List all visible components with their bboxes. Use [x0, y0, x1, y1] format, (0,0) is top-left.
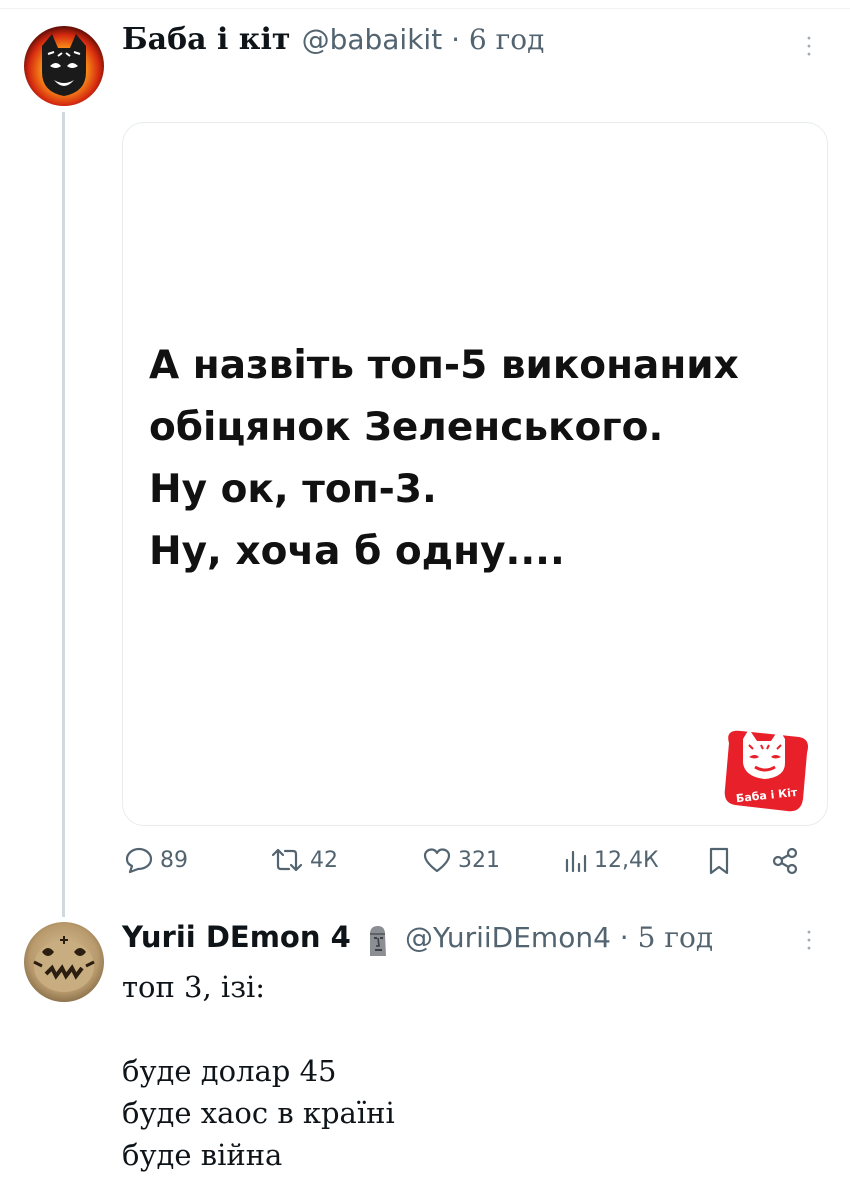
- reply-author-name[interactable]: Yurii DEmon 4: [122, 920, 351, 954]
- views-button[interactable]: 12,4К: [564, 846, 659, 874]
- reply-text-line: буде хаос в країні: [122, 1096, 395, 1130]
- moai-icon: [364, 924, 390, 962]
- meta-separator: ·: [451, 23, 460, 56]
- reply-header: Yurii DEmon 4 @YuriiDEmon4 · 5 год: [122, 920, 713, 962]
- more-options-icon[interactable]: · · ·: [802, 29, 816, 67]
- reply-button[interactable]: 89: [124, 846, 188, 874]
- post-time[interactable]: 6 год: [469, 23, 544, 56]
- reply-text-line: буде долар 45: [122, 1054, 337, 1088]
- post-action-bar: 89 42 321 12,4К: [124, 846, 814, 886]
- card-text-line: А назвіть топ-5 виконаних: [149, 343, 739, 388]
- reply-blank-line: [122, 1008, 395, 1050]
- post-image-card[interactable]: А назвіть топ-5 виконаних обіцянок Зелен…: [122, 122, 828, 826]
- meta-separator: ·: [619, 921, 629, 954]
- share-button[interactable]: [770, 846, 800, 876]
- repost-button[interactable]: 42: [270, 846, 338, 874]
- card-text-line: обіцянок Зеленського.: [149, 405, 664, 450]
- reply-text-line: топ 3, ізі:: [122, 970, 266, 1004]
- reply-body: топ 3, ізі: буде долар 45 буде хаос в кр…: [122, 966, 395, 1176]
- reply-time[interactable]: 5 год: [638, 921, 713, 954]
- repost-icon: [271, 848, 303, 872]
- card-text-line: Ну ок, топ-3.: [149, 467, 437, 512]
- share-icon: [772, 847, 798, 875]
- like-count: 321: [458, 847, 500, 873]
- views-count: 12,4К: [594, 847, 659, 873]
- reply-icon: [125, 847, 153, 874]
- reply-author-handle[interactable]: @YuriiDEmon4: [405, 921, 611, 954]
- reply-more-options-icon[interactable]: · · ·: [802, 923, 816, 961]
- heart-icon: [423, 848, 451, 873]
- top-divider: [0, 8, 850, 9]
- card-text-block: А назвіть топ-5 виконаних обіцянок Зелен…: [149, 335, 809, 583]
- reply-author-avatar[interactable]: [24, 922, 104, 1002]
- author-handle[interactable]: @babaikit: [302, 23, 443, 56]
- brand-logo: Баба і Кіт: [719, 723, 815, 823]
- author-name[interactable]: Баба і кіт: [122, 22, 290, 57]
- reply-text-line: буде війна: [122, 1138, 283, 1172]
- author-avatar[interactable]: [24, 26, 104, 106]
- reply-count: 89: [160, 847, 188, 873]
- thread-connector-line: [62, 112, 65, 917]
- repost-count: 42: [310, 847, 338, 873]
- views-chart-icon: [565, 850, 587, 873]
- post-header: Баба і кіт @babaikit · 6 год: [122, 22, 544, 57]
- card-text-line: Ну, хоча б одну....: [149, 529, 565, 574]
- bookmark-icon: [709, 847, 729, 875]
- bookmark-button[interactable]: [706, 846, 732, 876]
- like-button[interactable]: 321: [422, 846, 500, 874]
